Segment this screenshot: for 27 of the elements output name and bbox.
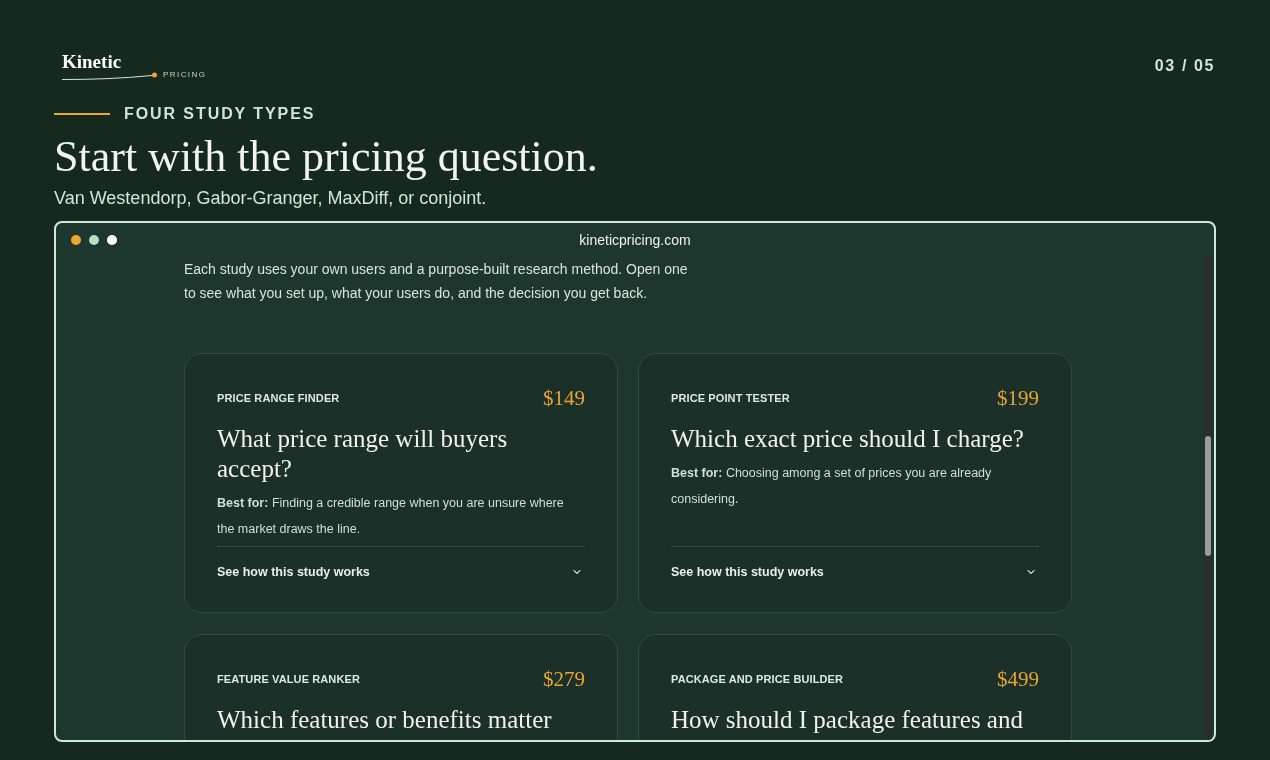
scrollbar-track[interactable] bbox=[1204, 257, 1212, 740]
best-for-text: Best for: Choosing among a set of prices you are already considering. bbox=[671, 465, 993, 508]
study-question: Which features or benefits matter bbox=[217, 705, 553, 735]
page-heading: Start with the pricing question. bbox=[54, 134, 599, 180]
study-price: $149 bbox=[543, 385, 585, 412]
study-type-label: PRICE RANGE FINDER bbox=[217, 390, 340, 406]
expand-study-button[interactable]: See how this study works bbox=[671, 562, 1039, 582]
study-type-label: FEATURE VALUE RANKER bbox=[217, 671, 360, 687]
study-price: $279 bbox=[543, 666, 585, 693]
study-price: $499 bbox=[997, 666, 1039, 693]
scrollbar-thumb[interactable] bbox=[1205, 436, 1211, 556]
study-question: How should I package features and bbox=[671, 705, 1024, 735]
logo-swoosh-icon bbox=[62, 71, 158, 81]
study-question: Which exact price should I charge? bbox=[671, 424, 1025, 454]
study-question: What price range will buyers accept? bbox=[217, 424, 509, 484]
study-type-label: PACKAGE AND PRICE BUILDER bbox=[671, 671, 844, 687]
page-counter: 03 / 05 bbox=[1154, 56, 1216, 76]
section-eyebrow: FOUR STUDY TYPES bbox=[124, 104, 316, 124]
study-type-label: PRICE POINT TESTER bbox=[671, 390, 790, 406]
url-text: kineticpricing.com bbox=[579, 230, 691, 250]
expand-study-button[interactable]: See how this study works bbox=[217, 562, 585, 582]
best-for-text: Best for: Finding a credible range when you are unsure where the market draws the line. bbox=[217, 495, 565, 538]
logo-tagline: PRICING bbox=[163, 69, 207, 80]
intro-text: Each study uses your own users and a purpose-built research method. Open one to see what you set up, what your users do, and the decision you get back. bbox=[184, 260, 689, 303]
logo-wordmark: Kinetic bbox=[62, 51, 122, 72]
study-price: $199 bbox=[997, 385, 1039, 412]
page-subheading: Van Westendorp, Gabor-Granger, MaxDiff, or conjoint. bbox=[54, 187, 488, 210]
